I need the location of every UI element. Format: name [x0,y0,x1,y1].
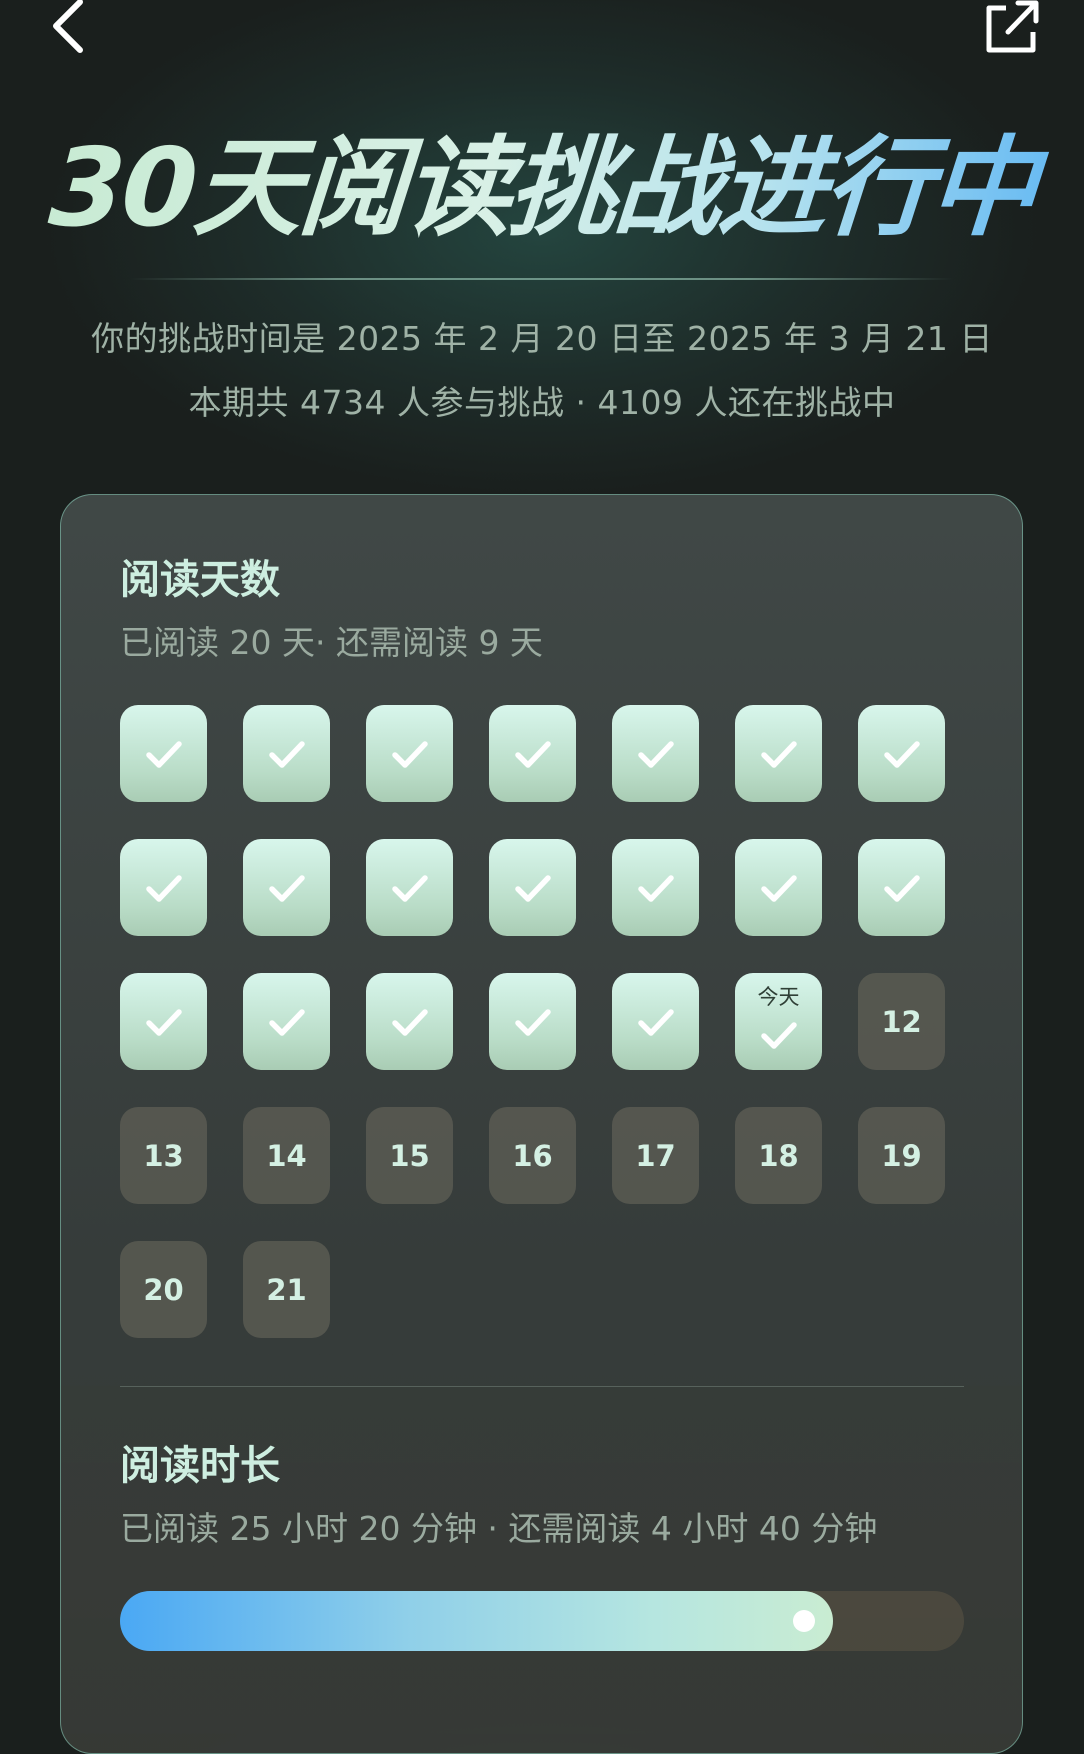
reading-days-title: 阅读天数 [120,557,280,603]
day-cell-completed [612,973,699,1070]
check-icon [514,874,551,902]
day-cell-pending: 18 [735,1107,822,1204]
day-cell-completed [489,705,576,802]
check-icon [760,1021,797,1049]
reading-days-summary: 已阅读 20 天· 还需阅读 9 天 [120,623,543,662]
check-icon [145,874,182,902]
check-icon [391,740,428,768]
check-icon [637,874,674,902]
check-icon [268,1008,305,1036]
day-cell-pending: 15 [366,1107,453,1204]
check-icon [145,1008,182,1036]
reading-time-progress-bar [120,1591,964,1651]
day-cell-completed [612,705,699,802]
day-cell-completed [858,705,945,802]
day-cell-pending: 13 [120,1107,207,1204]
day-cell-completed [243,705,330,802]
today-label: 今天 [757,985,800,1009]
day-cell-completed [366,839,453,936]
check-icon [637,740,674,768]
reading-time-summary: 已阅读 25 小时 20 分钟 · 还需阅读 4 小时 40 分钟 [120,1509,878,1548]
day-cell-completed [489,973,576,1070]
check-icon [268,874,305,902]
day-cell-completed [612,839,699,936]
day-cell-completed [858,839,945,936]
participant-count: 本期共 4734 人参与挑战 · 4109 人还在挑战中 [188,383,896,422]
progress-fill [120,1591,833,1651]
check-icon [391,874,428,902]
day-cell-pending: 17 [612,1107,699,1204]
check-icon [391,1008,428,1036]
challenge-period: 你的挑战时间是 2025 年 2 月 20 日至 2025 年 3 月 21 日 [91,319,993,358]
day-cell-completed [120,973,207,1070]
day-cell-completed [120,705,207,802]
day-cell-pending: 19 [858,1107,945,1204]
day-cell-completed [366,973,453,1070]
day-cell-completed [120,839,207,936]
title-divider [130,278,954,280]
share-icon[interactable] [984,0,1040,56]
check-icon [268,740,305,768]
check-icon [883,740,920,768]
progress-knob [793,1610,815,1632]
check-icon [514,1008,551,1036]
check-icon [637,1008,674,1036]
reading-time-title: 阅读时长 [120,1443,280,1489]
day-cell-today: 今天 [735,973,822,1070]
check-icon [760,740,797,768]
day-cell-pending: 20 [120,1241,207,1338]
day-cell-completed [366,705,453,802]
day-cell-pending: 21 [243,1241,330,1338]
day-cell-completed [735,705,822,802]
check-icon [514,740,551,768]
section-divider [120,1386,964,1387]
back-icon[interactable] [46,0,94,56]
check-icon [145,740,182,768]
day-cell-completed [489,839,576,936]
day-cell-pending: 16 [489,1107,576,1204]
page-title: 30天阅读挑战进行中 [0,126,1084,251]
check-icon [760,874,797,902]
check-icon [883,874,920,902]
day-cell-completed [243,839,330,936]
day-cell-completed [243,973,330,1070]
day-cell-completed [735,839,822,936]
day-cell-pending: 12 [858,973,945,1070]
day-cell-pending: 14 [243,1107,330,1204]
